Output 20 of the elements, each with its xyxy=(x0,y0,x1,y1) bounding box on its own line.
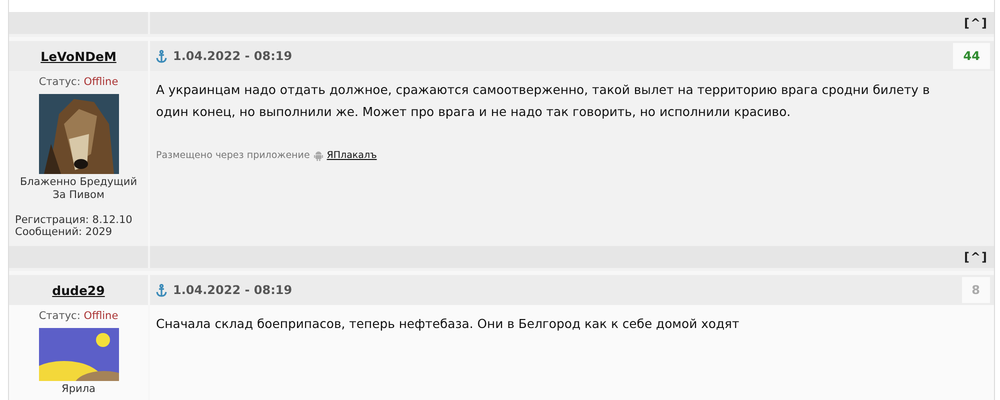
back-to-top-link[interactable]: [^] xyxy=(964,250,988,264)
back-to-top-link[interactable]: [^] xyxy=(964,16,988,30)
post-text: Сначала склад боеприпасов, теперь нефтебаза. Они в Белгород как к себе домой ходят xyxy=(156,315,740,333)
post-date: 1.04.2022 - 08:19 xyxy=(173,283,292,297)
android-icon xyxy=(314,151,323,161)
anchor-icon[interactable] xyxy=(156,284,167,296)
registration-date: Регистрация: 8.12.10 xyxy=(15,214,134,226)
user-title: Ярила xyxy=(62,383,96,396)
rating-count: 44 xyxy=(953,43,990,69)
user-title: Блаженно Бредущий За Пивом xyxy=(18,176,138,202)
username-link[interactable]: dude29 xyxy=(52,282,105,298)
message-count: Сообщений: 2029 xyxy=(15,226,114,238)
posted-via-text: Размещено через приложение xyxy=(156,149,310,163)
status-text: Статус: Offline xyxy=(38,310,118,322)
app-link[interactable]: ЯПлакалъ xyxy=(326,145,377,167)
post-text: А украинцам надо отдать должное, сражаются самоотверженно, такой вылет на территорию врага сродни билету в один конец, но выполнили же. Может про врага и не надо так говорить, но исполнили красиво. xyxy=(156,81,931,121)
status-text: Статус: Offline xyxy=(38,76,118,88)
post-date: 1.04.2022 - 08:19 xyxy=(173,49,292,63)
rating-count: 8 xyxy=(962,277,990,303)
anchor-icon[interactable] xyxy=(156,50,167,62)
